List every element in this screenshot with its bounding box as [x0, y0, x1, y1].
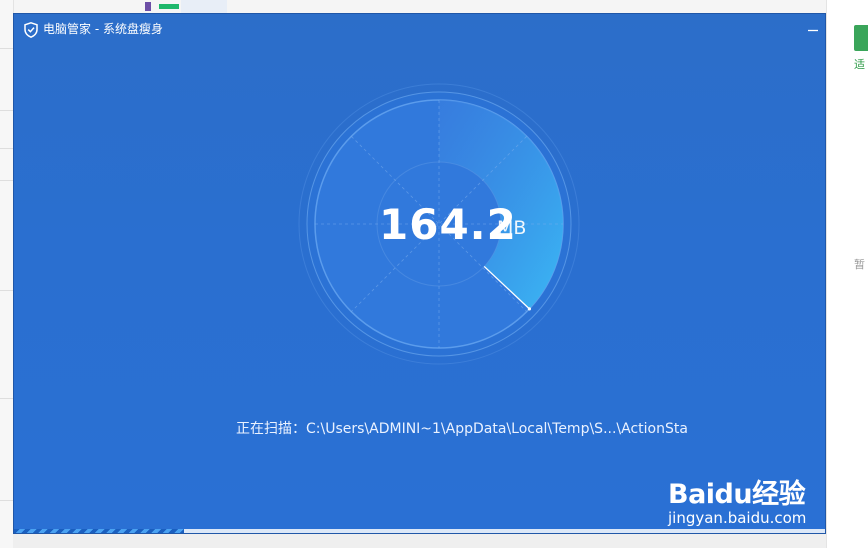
size-unit: MB — [497, 217, 527, 239]
scan-path: C:\Users\ADMINI~1\AppData\Local\Temp\S..… — [306, 421, 688, 437]
background-thumbnail — [181, 0, 227, 13]
title-bar[interactable]: 电脑管家 - 系统盘瘦身 — [14, 14, 825, 46]
shield-icon — [24, 22, 38, 38]
watermark-url: jingyan.baidu.com — [668, 509, 807, 527]
background-right-panel: 适 暂 — [826, 0, 868, 548]
background-bottom-strip — [13, 534, 826, 548]
background-left-panel — [0, 0, 14, 548]
watermark-brand: Baidu经验 — [668, 479, 806, 510]
minimize-button[interactable] — [803, 20, 823, 40]
window-title: 电脑管家 - 系统盘瘦身 — [43, 22, 163, 36]
background-top-strip — [13, 0, 826, 13]
scan-status: 正在扫描：C:\Users\ADMINI~1\AppData\Local\Tem… — [236, 419, 714, 439]
size-readout: 164.2 MB — [379, 200, 539, 250]
scan-progress-fill — [14, 529, 185, 533]
background-avatar — [854, 25, 868, 51]
background-text: 适 — [854, 58, 865, 71]
background-text: 暂 — [854, 258, 865, 271]
gauge-needle-tip — [527, 307, 531, 311]
minimize-icon — [808, 29, 818, 32]
scan-label: 正在扫描： — [236, 421, 306, 437]
background-thumbnail — [159, 4, 179, 9]
watermark: Baidu经验 jingyan.baidu.com — [668, 454, 828, 534]
background-thumbnail — [145, 2, 151, 11]
